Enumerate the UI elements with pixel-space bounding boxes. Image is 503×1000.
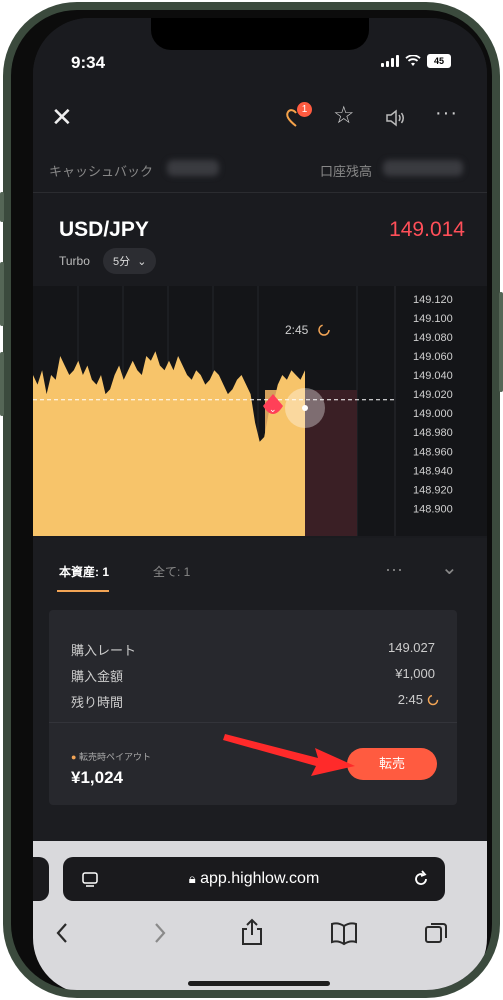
svg-text:⌄: ⌄	[269, 405, 277, 415]
phone-frame: 9:34 45 ✕ 1 ☆ ··· キャッシュバック 口座残高 USD/JPY …	[0, 2, 503, 998]
cashback-value-blurred	[167, 160, 219, 176]
purchase-rate-value: 149.027	[388, 640, 435, 655]
y-tick-label: 149.040	[413, 370, 453, 382]
y-tick-label: 148.940	[413, 465, 453, 477]
status-bar: 9:34 45	[33, 18, 487, 88]
y-tick-label: 149.120	[413, 294, 453, 306]
volume-down-button	[0, 352, 4, 416]
volume-up-button	[0, 262, 4, 326]
price-chart[interactable]: 149.120 149.100 149.080 149.060 149.040 149.0…	[33, 286, 487, 536]
y-tick-label: 148.960	[413, 446, 453, 458]
screen: 9:34 45 ✕ 1 ☆ ··· キャッシュバック 口座残高 USD/JPY …	[33, 18, 487, 990]
notification-button[interactable]: 1	[283, 102, 312, 135]
active-tab-indicator	[57, 590, 109, 592]
y-tick-label: 148.980	[413, 427, 453, 439]
y-tick-label: 149.080	[413, 332, 453, 344]
countdown-text: 2:45	[285, 323, 309, 337]
asset-pair: USD/JPY	[59, 218, 149, 241]
collapse-icon[interactable]: ⌄	[441, 555, 458, 580]
close-icon[interactable]: ✕	[51, 102, 73, 133]
balance-label: 口座残高	[320, 164, 373, 179]
trade-mode: Turbo	[59, 254, 90, 268]
row-purchase-rate: 購入レート 149.027	[71, 640, 435, 660]
star-icon[interactable]: ☆	[333, 101, 355, 130]
url-text[interactable]: 🔒︎ app.highlow.com	[63, 870, 445, 888]
cellular-signal-icon	[381, 55, 399, 67]
back-icon[interactable]	[53, 921, 73, 945]
payout-label: ● 転売時ペイアウト	[71, 752, 151, 762]
home-indicator	[188, 981, 330, 986]
tab-current-asset[interactable]: 本資産: 1	[59, 563, 109, 580]
bookmarks-icon[interactable]	[329, 920, 359, 946]
tabs-icon[interactable]	[423, 920, 449, 946]
share-icon[interactable]	[239, 917, 265, 947]
payout-value: ¥1,024	[71, 768, 123, 787]
duration-value: 5分	[113, 256, 131, 268]
y-tick-label: 148.900	[413, 503, 453, 515]
timer-icon	[427, 694, 439, 706]
mute-switch	[0, 192, 4, 222]
cashback-label: キャッシュバック	[49, 164, 154, 179]
y-tick-label: 148.920	[413, 484, 453, 496]
remaining-time-label: 残り時間	[71, 695, 124, 710]
remaining-time-value: 2:45	[397, 692, 423, 707]
address-bar[interactable]: 🔒︎ app.highlow.com	[63, 857, 445, 901]
wifi-icon	[405, 55, 421, 66]
tab-all[interactable]: 全て: 1	[153, 563, 190, 580]
account-summary: キャッシュバック 口座残高	[33, 148, 487, 193]
balance-value-blurred	[383, 160, 463, 176]
notification-badge: 1	[297, 102, 312, 117]
phone-bezel: 9:34 45 ✕ 1 ☆ ··· キャッシュバック 口座残高 USD/JPY …	[11, 10, 492, 990]
browser-chrome: 🔒︎ app.highlow.com	[33, 841, 487, 990]
duration-select[interactable]: 5分 ⌄	[103, 248, 157, 274]
y-tick-label: 149.020	[413, 389, 453, 401]
forward-icon[interactable]	[149, 921, 169, 945]
more-options-icon[interactable]: ···	[385, 559, 403, 580]
bullet-icon: ●	[71, 752, 77, 762]
current-point	[302, 405, 308, 411]
purchase-amount-label: 購入金額	[71, 669, 124, 684]
y-tick-label: 149.000	[413, 408, 453, 420]
current-price: 149.014	[389, 218, 465, 241]
purchase-amount-value: ¥1,000	[395, 666, 435, 681]
power-button	[499, 292, 503, 392]
previous-tab-preview[interactable]	[33, 857, 49, 901]
reload-icon[interactable]	[411, 869, 431, 889]
speaker-icon[interactable]	[385, 108, 407, 128]
chevron-down-icon: ⌄	[137, 256, 147, 268]
battery-icon: 45	[427, 54, 451, 68]
y-tick-label: 149.100	[413, 313, 453, 325]
more-icon[interactable]: ···	[435, 102, 458, 125]
row-purchase-amount: 購入金額 ¥1,000	[71, 666, 435, 686]
lock-icon: 🔒︎	[188, 871, 196, 886]
asset-tabs: 本資産: 1 全て: 1 ··· ⌄	[33, 553, 487, 593]
row-remaining-time: 残り時間 2:45	[71, 692, 439, 712]
arrow-annotation	[223, 734, 355, 776]
status-time: 9:34	[71, 53, 106, 72]
purchase-rate-label: 購入レート	[71, 643, 137, 658]
notch	[151, 18, 369, 50]
y-tick-label: 149.060	[413, 351, 453, 363]
